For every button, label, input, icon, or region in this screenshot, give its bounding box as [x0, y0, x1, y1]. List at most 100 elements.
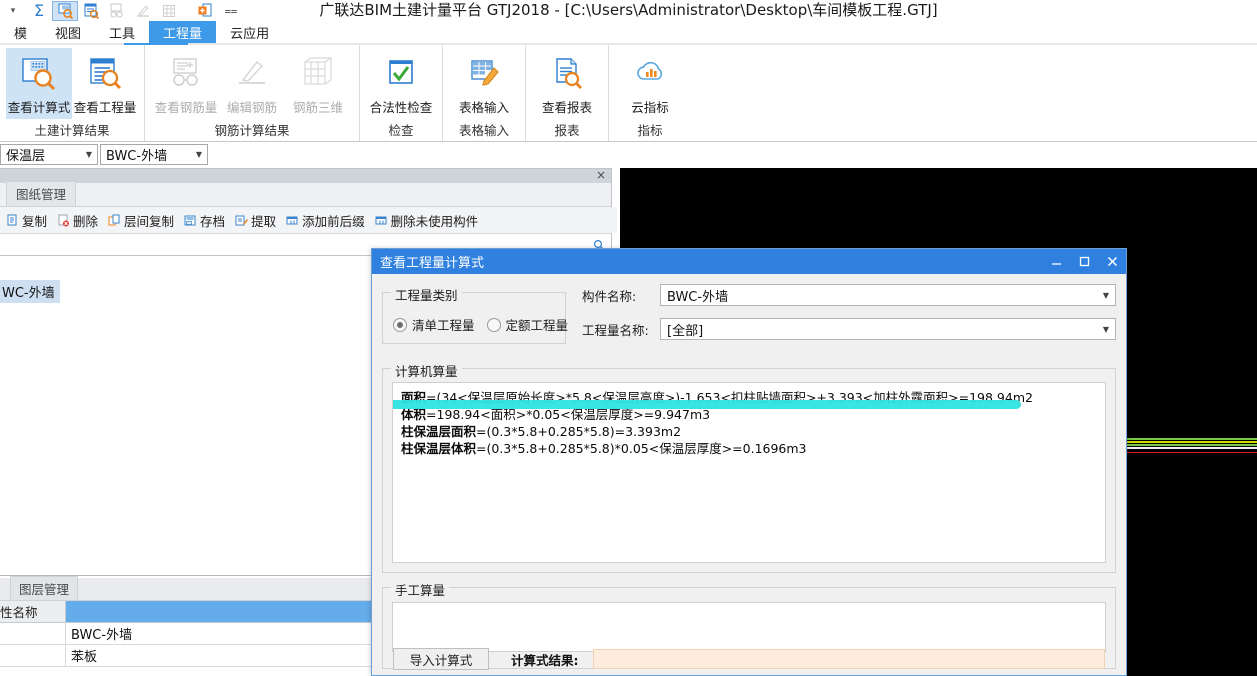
tool-label: 删除未使用构件	[390, 213, 479, 229]
tab-drawing-manager[interactable]: 图纸管理	[6, 181, 77, 206]
quantity-type-legend: 工程量类别	[391, 285, 462, 304]
field-label: 构件名称:	[582, 288, 637, 304]
dialog-titlebar[interactable]: 查看工程量计算式	[372, 249, 1126, 274]
formula-expr: =198.94<面积>*0.05<保温层厚度>=9.947m3	[426, 407, 711, 422]
import-formula-button[interactable]: 导入计算式	[393, 648, 489, 670]
ribbon-button-label: 表格输入	[458, 100, 509, 115]
radio-label: 定额工程量	[505, 318, 569, 333]
copy-between-floors-icon	[108, 214, 121, 227]
tab-view[interactable]: 视图	[41, 21, 95, 44]
tool-label: 存档	[200, 213, 226, 229]
formula-name: 柱保温层面积	[401, 424, 477, 439]
ribbon-button-view-quantity[interactable]: 查看工程量	[72, 48, 138, 119]
formula-expr: =(0.3*5.8+0.285*5.8)=3.393m2	[476, 424, 682, 439]
cloud-indicator-icon	[630, 53, 670, 95]
chevron-down-icon: ▼	[195, 150, 203, 159]
result-value-box[interactable]	[592, 649, 1105, 669]
manual-quantity-legend: 手工算量	[391, 580, 450, 599]
computed-quantity-fieldset: 计算机算量 面积=(34<保温层原始长度>*5.8<保温层高度>)-1.653<…	[382, 361, 1116, 573]
tab-cloud-apps[interactable]: 云应用	[216, 21, 283, 44]
tool-label: 层间复制	[124, 213, 175, 229]
tool-copy-between-floors[interactable]: 层间复制	[108, 211, 174, 230]
ribbon-group-title: 表格输入	[458, 123, 509, 138]
tab-layer-manager[interactable]: 图层管理	[10, 576, 79, 600]
ribbon-button-label: 查看钢筋量	[154, 100, 218, 115]
rebar-3d-icon	[298, 53, 338, 95]
property-row-name	[0, 645, 66, 667]
close-icon[interactable]: ×	[596, 168, 606, 182]
component-combo-value: BWC-外墙	[106, 149, 168, 164]
view-formula-icon	[19, 53, 59, 95]
radio-dot-icon	[393, 317, 407, 332]
app-window: ▾ Σ ⩵ 广联达BIM土建计量平台 GTJ2018 - [C:\Users\A…	[0, 0, 1257, 676]
tab-model[interactable]: 模	[0, 21, 41, 44]
tool-label: 提取	[251, 213, 277, 229]
tool-extract[interactable]: 提取	[235, 211, 276, 230]
ribbon-button-label: 查看工程量	[73, 100, 137, 115]
list-item: 柱保温层面积=(0.3*5.8+0.285*5.8)=3.393m2	[401, 423, 1097, 440]
selector-bar: 保温层 ▼ BWC-外墙 ▼	[0, 142, 1257, 167]
field-label: 工程量名称:	[582, 322, 649, 338]
drawing-manager-toolbar: 复制 删除 层间复制 存档 提取 添加前后缀 删除未使用构件	[0, 207, 617, 233]
dialog-top-row: 工程量类别 清单工程量 定额工程量 构件名称: BWC-外墙 ▼ 工程量名称: …	[382, 282, 1116, 352]
view-quantity-icon	[85, 53, 125, 95]
annotation-highlight-stroke	[393, 400, 1021, 409]
ribbon-button-label: 钢筋三维	[292, 100, 343, 115]
ribbon-tabbar: 模 视图 工具 工程量 云应用	[0, 21, 1257, 44]
close-icon[interactable]	[1098, 249, 1126, 274]
tool-copy[interactable]: 复制	[6, 211, 47, 230]
tool-add-affix[interactable]: 添加前后缀	[286, 211, 365, 230]
radio-norm-quantity[interactable]: 定额工程量	[486, 315, 569, 334]
ribbon-button-label: 合法性检查	[369, 100, 433, 115]
radio-label: 清单工程量	[412, 318, 475, 333]
tree-item-selected[interactable]: WC-外墙	[0, 280, 60, 303]
radio-bill-quantity[interactable]: 清单工程量	[393, 315, 475, 334]
tool-delete[interactable]: 删除	[57, 211, 98, 230]
quantity-type-fieldset: 工程量类别 清单工程量 定额工程量	[382, 285, 569, 344]
ribbon-button-view-rebar-qty[interactable]: 查看钢筋量	[153, 48, 219, 119]
manual-quantity-textbox[interactable]	[392, 602, 1106, 652]
tab-quantity[interactable]: 工程量	[149, 21, 217, 44]
extract-icon	[235, 214, 249, 227]
ribbon-button-legality-check[interactable]: 合法性检查	[368, 48, 434, 119]
ribbon-button-table-input[interactable]: 表格输入	[451, 48, 517, 119]
quantity-name-value: [全部]	[667, 323, 704, 339]
maximize-icon[interactable]	[1070, 249, 1098, 274]
category-combo-value: 保温层	[6, 149, 46, 164]
tool-delete-unused[interactable]: 删除未使用构件	[375, 211, 479, 230]
ribbon-button-rebar-3d[interactable]: 钢筋三维	[285, 48, 351, 119]
archive-icon	[184, 214, 197, 227]
formula-name: 体积	[401, 407, 427, 422]
delete-unused-icon	[375, 214, 388, 227]
add-affix-icon	[286, 214, 299, 227]
tab-tools[interactable]: 工具	[95, 21, 149, 44]
ribbon-group-indicator: 云指标 指标	[609, 45, 691, 141]
tool-label: 删除	[73, 213, 99, 229]
ribbon-button-cloud-indicator[interactable]: 云指标	[617, 48, 683, 119]
category-combo[interactable]: 保温层 ▼	[0, 144, 98, 165]
tool-archive[interactable]: 存档	[184, 211, 225, 230]
legality-check-icon	[381, 53, 421, 95]
ribbon-button-view-formula[interactable]: 查看计算式	[6, 48, 72, 119]
ribbon-group-title: 钢筋计算结果	[214, 123, 290, 138]
formula-textbox[interactable]: 面积=(34<保温层原始长度>*5.8<保温层高度>)-1.653<扣柱贴墙面积…	[392, 382, 1106, 563]
formula-list: 面积=(34<保温层原始长度>*5.8<保温层高度>)-1.653<扣柱贴墙面积…	[393, 383, 1105, 457]
radio-dot-icon	[486, 317, 501, 332]
chevron-down-icon: ▼	[1102, 324, 1110, 334]
minimize-icon[interactable]	[1042, 249, 1070, 274]
window-title: 广联达BIM土建计量平台 GTJ2018 - [C:\Users\Adminis…	[319, 1, 938, 19]
drawing-manager-panel: × 图纸管理 复制 删除 层间复制 存档 提取 添加前后缀 删除未使用构件	[0, 168, 617, 256]
component-name-combo[interactable]: BWC-外墙 ▼	[660, 284, 1116, 306]
quantity-formula-dialog: 查看工程量计算式 工程量类别 清单工程量 定额工程量 构件名称: BWC-外墙 …	[371, 248, 1127, 676]
ribbon-button-view-report[interactable]: 查看报表	[534, 48, 600, 119]
dialog-window-controls	[1042, 249, 1126, 274]
property-row-name	[0, 623, 66, 645]
dialog-body: 工程量类别 清单工程量 定额工程量 构件名称: BWC-外墙 ▼ 工程量名称: …	[372, 274, 1126, 670]
ribbon-button-label: 查看报表	[541, 100, 592, 115]
ribbon-button-edit-rebar[interactable]: 编辑钢筋	[219, 48, 285, 119]
copy-icon	[6, 214, 19, 227]
quantity-name-combo[interactable]: [全部] ▼	[660, 318, 1116, 340]
computed-quantity-legend: 计算机算量	[391, 361, 462, 380]
component-combo[interactable]: BWC-外墙 ▼	[100, 144, 208, 165]
dialog-title: 查看工程量计算式	[380, 256, 485, 271]
